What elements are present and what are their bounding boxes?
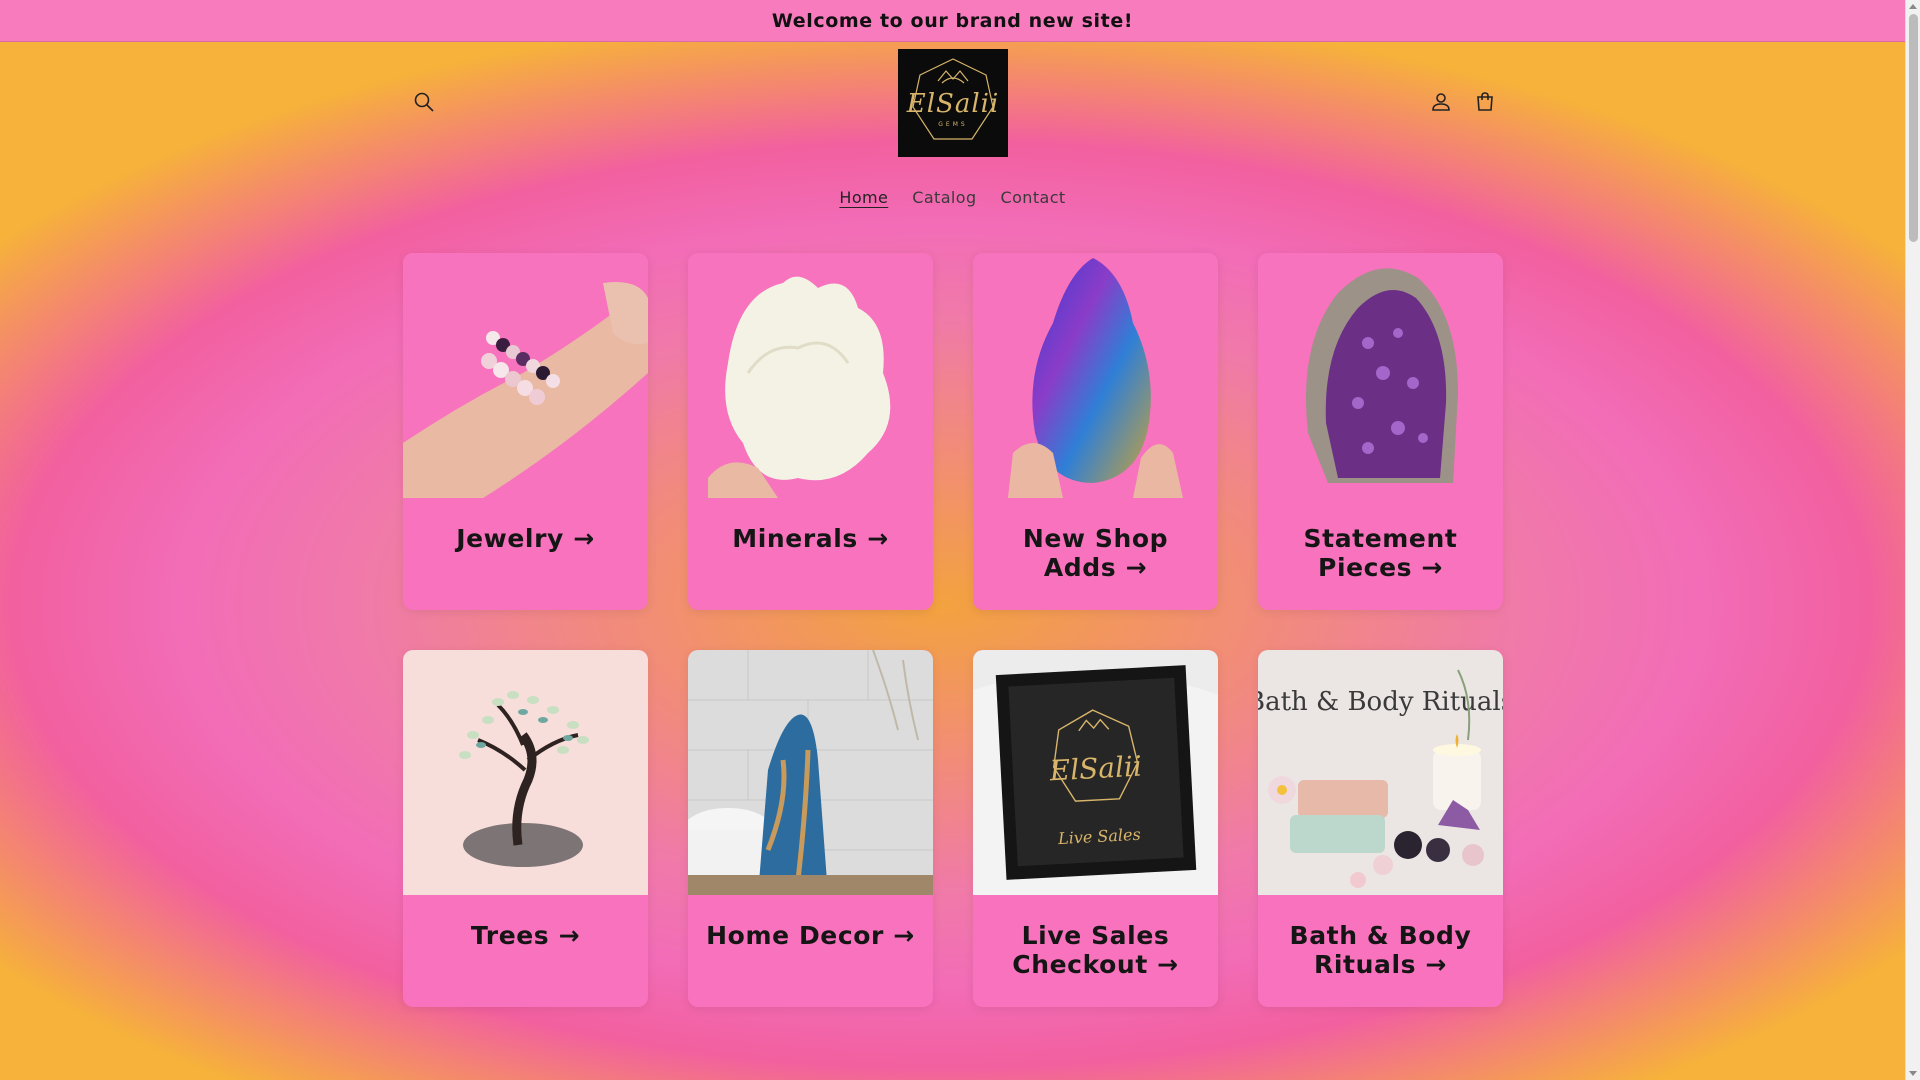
collection-title: Jewelry → <box>456 524 595 553</box>
svg-text:ElSalii: ElSalii <box>1048 750 1143 788</box>
search-icon[interactable] <box>404 82 444 122</box>
collection-title: Minerals → <box>732 524 889 553</box>
trees-image <box>403 650 648 895</box>
logo[interactable]: ElSalii GEMS <box>898 49 1008 157</box>
site-header: ElSalii GEMS <box>0 42 1905 192</box>
collection-grid: Jewelry → Minerals → New Shop Adds → Sta… <box>403 253 1503 1007</box>
collection-card-new-shop-adds[interactable]: New Shop Adds → <box>973 253 1218 610</box>
collection-title: Bath & Body Rituals → <box>1289 921 1472 979</box>
logo-name: ElSalii <box>906 88 1000 119</box>
account-icon[interactable] <box>1421 82 1461 122</box>
live-sales-image: ElSalii Live Sales <box>973 650 1218 895</box>
new-shop-adds-image <box>973 253 1218 498</box>
announcement-bar: Welcome to our brand new site! <box>0 0 1905 42</box>
nav-contact[interactable]: Contact <box>1001 188 1066 224</box>
nav-home[interactable]: Home <box>839 188 888 224</box>
main-nav: Home Catalog Contact <box>0 188 1905 224</box>
collection-title: Statement Pieces → <box>1303 524 1458 582</box>
minerals-image <box>688 253 933 498</box>
nav-catalog[interactable]: Catalog <box>912 188 976 224</box>
collection-card-home-decor[interactable]: Home Decor → <box>688 650 933 1007</box>
scroll-down-icon[interactable] <box>1909 1071 1917 1076</box>
collection-card-live-sales-checkout[interactable]: ElSalii Live Sales Live Sales Checkout → <box>973 650 1218 1007</box>
cart-icon[interactable] <box>1465 82 1505 122</box>
collection-card-trees[interactable]: Trees → <box>403 650 648 1007</box>
collection-title: Trees → <box>470 921 581 950</box>
scrollbar[interactable] <box>1905 0 1920 1080</box>
home-decor-image <box>688 650 933 895</box>
announcement-text: Welcome to our brand new site! <box>771 9 1134 32</box>
collection-card-minerals[interactable]: Minerals → <box>688 253 933 610</box>
statement-pieces-image <box>1258 253 1503 498</box>
collection-title: Home Decor → <box>706 921 915 950</box>
collection-title: New Shop Adds → <box>1022 524 1169 582</box>
logo-sub: GEMS <box>938 120 968 128</box>
scroll-thumb[interactable] <box>1909 14 1918 242</box>
collection-title: Live Sales Checkout → <box>1012 921 1179 979</box>
bath-body-image: Bath & Body Rituals <box>1258 650 1503 895</box>
collection-card-bath-body-rituals[interactable]: Bath & Body Rituals Bath & Body Rituals … <box>1258 650 1503 1007</box>
collection-card-jewelry[interactable]: Jewelry → <box>403 253 648 610</box>
jewelry-image <box>403 253 648 498</box>
scroll-up-icon[interactable] <box>1909 4 1917 9</box>
collection-card-statement-pieces[interactable]: Statement Pieces → <box>1258 253 1503 610</box>
